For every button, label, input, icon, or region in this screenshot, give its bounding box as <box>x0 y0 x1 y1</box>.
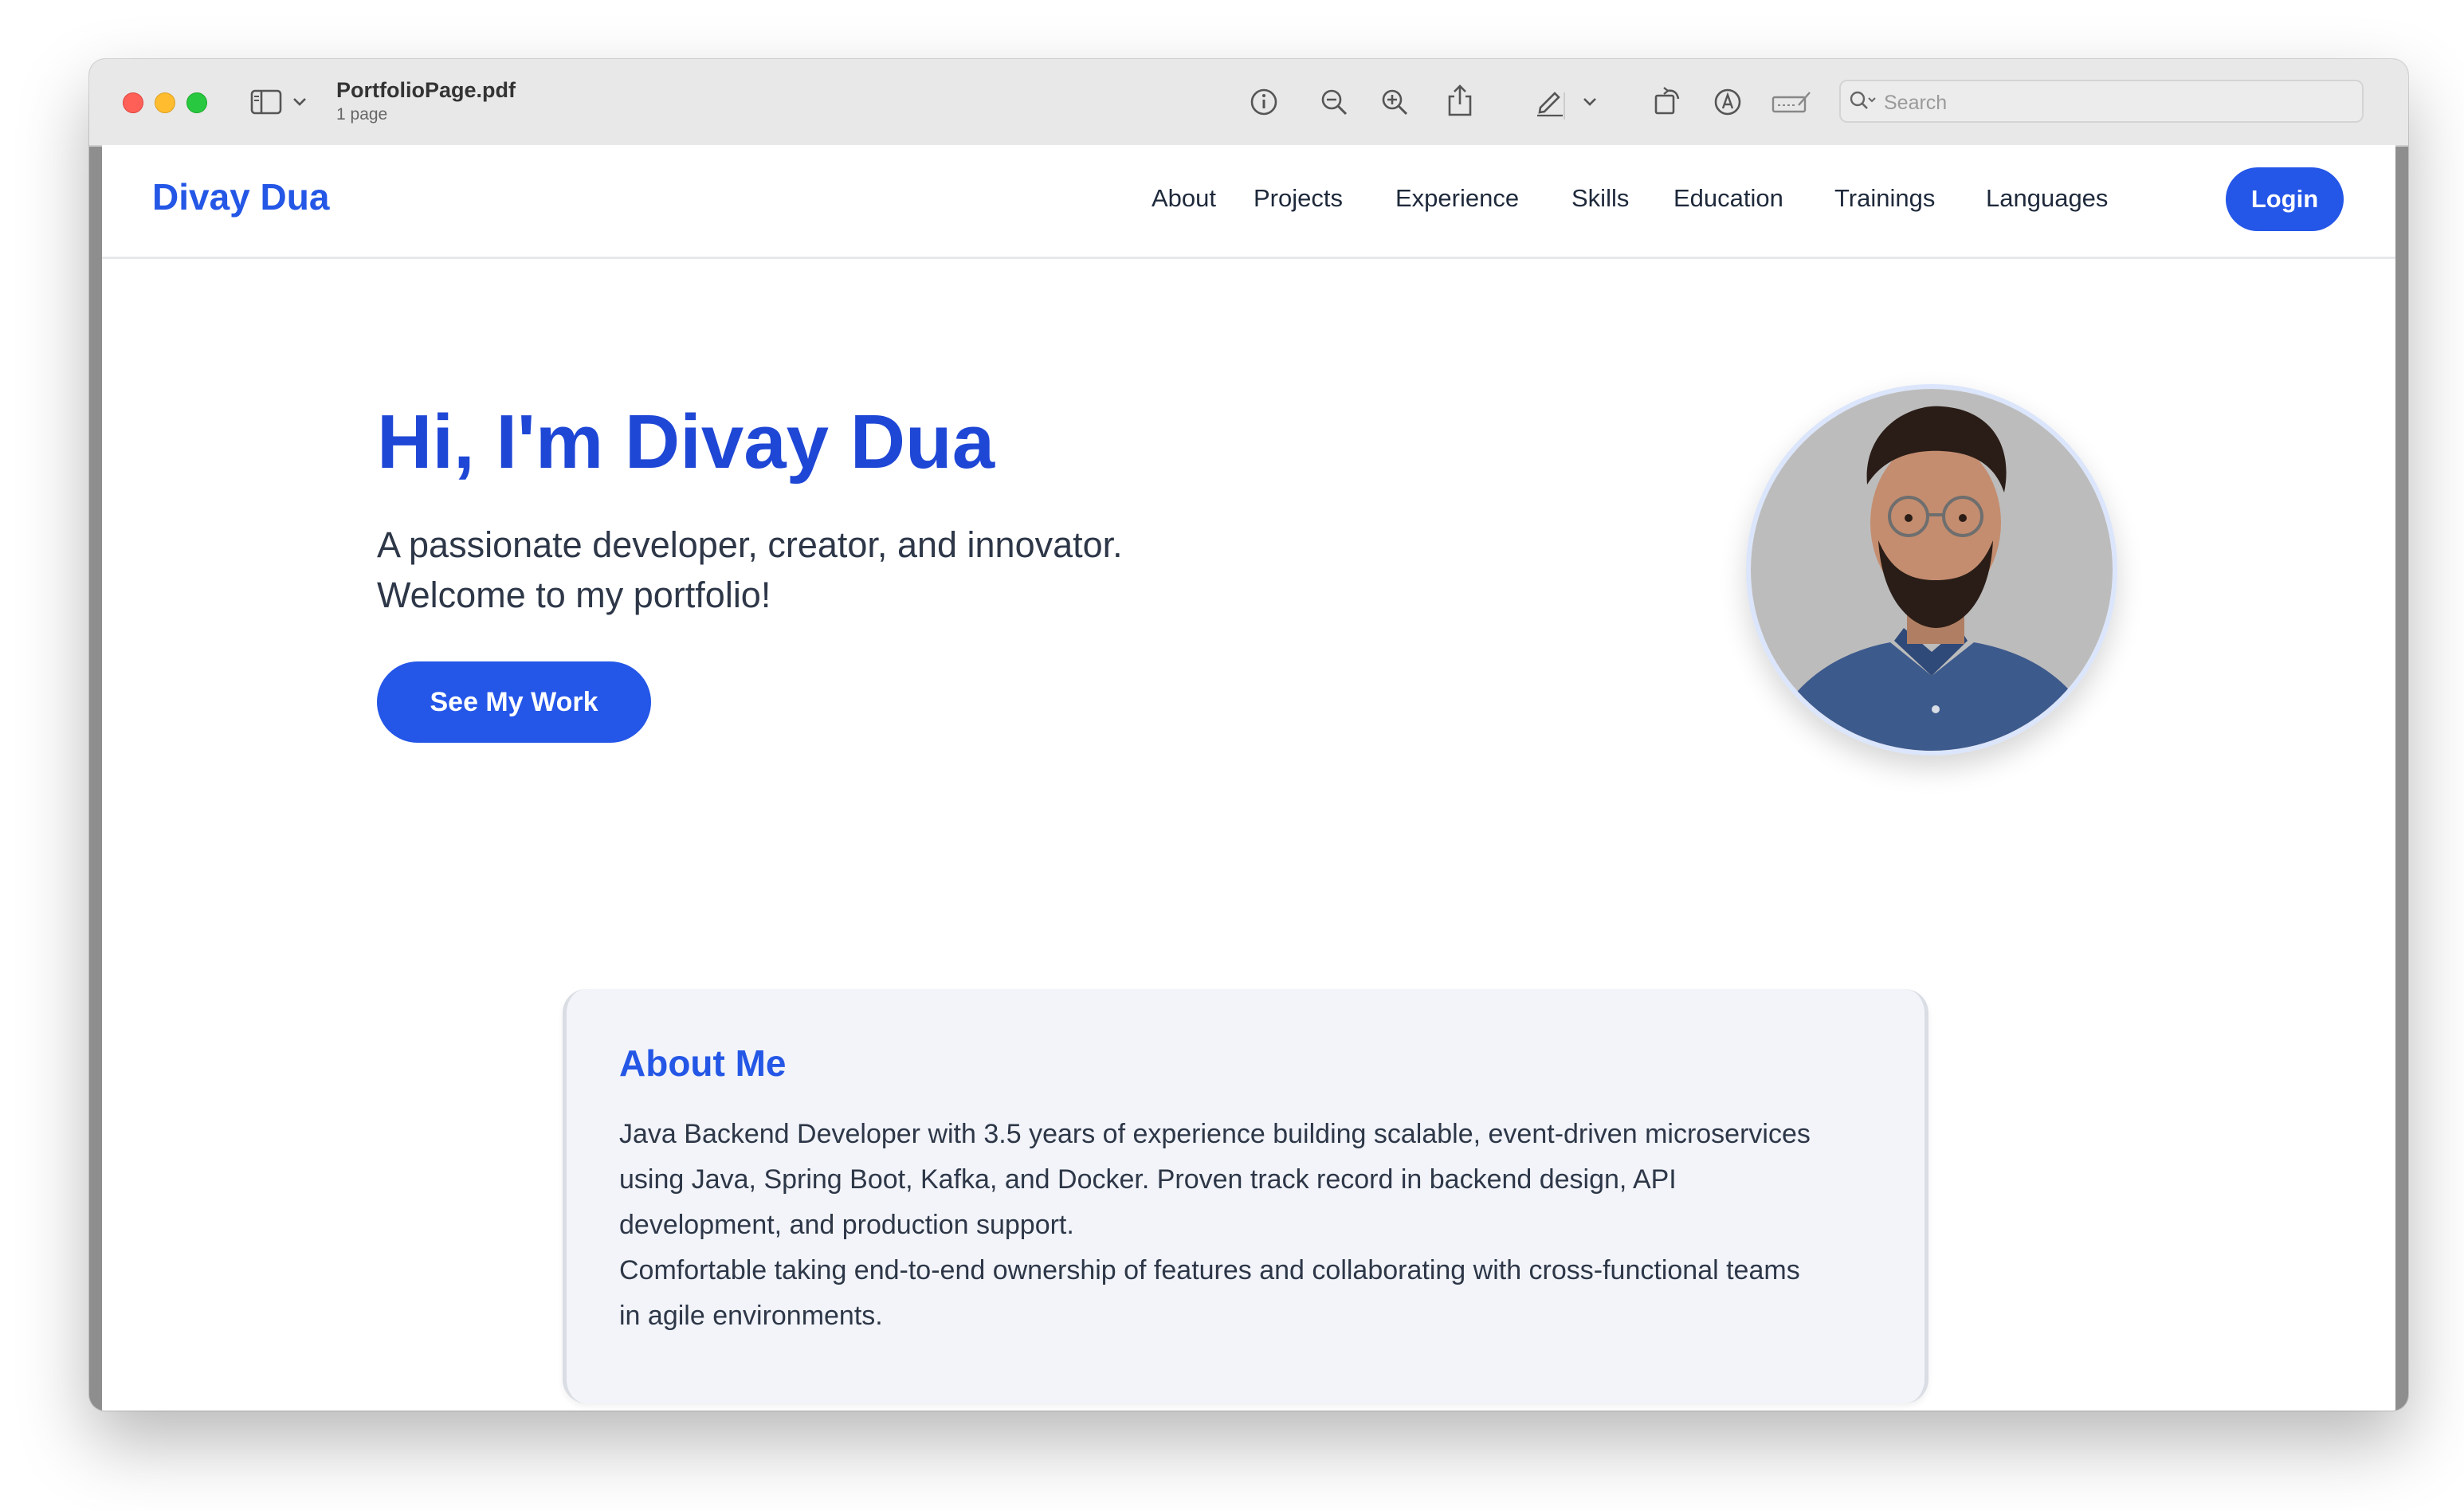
see-my-work-button[interactable]: See My Work <box>377 661 651 743</box>
pdf-page: Divay Dua About Projects Experience Skil… <box>102 145 2395 1411</box>
profile-photo <box>1746 384 2117 756</box>
nav-link-experience[interactable]: Experience <box>1395 184 1519 213</box>
site-logo[interactable]: Divay Dua <box>152 175 329 218</box>
hero-subtitle-line: Welcome to my portfolio! <box>377 575 771 615</box>
nav-link-about[interactable]: About <box>1152 184 1216 213</box>
toolbar-separator <box>1564 92 1565 120</box>
rotate-icon[interactable] <box>1651 83 1683 118</box>
chevron-down-icon[interactable] <box>1581 94 1599 110</box>
search-placeholder: Search <box>1884 92 1948 114</box>
title-bar: PortfolioPage.pdf 1 page Search <box>89 59 2408 147</box>
maximize-window-button[interactable] <box>186 92 207 113</box>
form-icon[interactable] <box>1771 88 1812 116</box>
site-navbar: Divay Dua About Projects Experience Skil… <box>102 145 2395 259</box>
about-text: Java Backend Developer with 3.5 years of… <box>619 1112 1878 1339</box>
about-line: in agile environments. <box>619 1301 883 1331</box>
chevron-down-icon[interactable] <box>290 92 309 112</box>
zoom-in-icon[interactable] <box>1379 86 1411 118</box>
hero-subtitle-line: A passionate developer, creator, and inn… <box>377 524 1123 565</box>
markup-icon[interactable] <box>1712 86 1744 118</box>
share-icon[interactable] <box>1444 83 1476 118</box>
hero-title: Hi, I'm Divay Dua <box>377 399 995 485</box>
about-title: About Me <box>619 1042 787 1084</box>
nav-link-skills[interactable]: Skills <box>1571 184 1629 213</box>
about-line: using Java, Spring Boot, Kafka, and Dock… <box>619 1164 1677 1195</box>
login-button[interactable]: Login <box>2226 167 2344 231</box>
nav-link-education[interactable]: Education <box>1673 184 1783 213</box>
sidebar-icon[interactable] <box>249 86 284 118</box>
nav-link-languages[interactable]: Languages <box>1986 184 2108 213</box>
minimize-window-button[interactable] <box>155 92 175 113</box>
close-window-button[interactable] <box>123 92 143 113</box>
about-section: About Me Java Backend Developer with 3.5… <box>563 989 1928 1403</box>
info-icon[interactable] <box>1248 86 1280 118</box>
about-line: Java Backend Developer with 3.5 years of… <box>619 1119 1811 1149</box>
document-page-count: 1 page <box>336 105 388 124</box>
nav-link-projects[interactable]: Projects <box>1254 184 1343 213</box>
preview-window: PortfolioPage.pdf 1 page Search Divay Du… <box>89 59 2408 1411</box>
document-title: PortfolioPage.pdf <box>336 78 516 102</box>
search-field[interactable]: Search <box>1839 80 2364 123</box>
pencil-icon[interactable] <box>1533 84 1567 118</box>
about-line: Comfortable taking end-to-end ownership … <box>619 1255 1800 1285</box>
search-icon <box>1849 89 1877 113</box>
hero-subtitle: A passionate developer, creator, and inn… <box>377 520 1123 620</box>
about-line: development, and production support. <box>619 1210 1074 1240</box>
nav-link-trainings[interactable]: Trainings <box>1834 184 1935 213</box>
zoom-out-icon[interactable] <box>1318 86 1350 118</box>
